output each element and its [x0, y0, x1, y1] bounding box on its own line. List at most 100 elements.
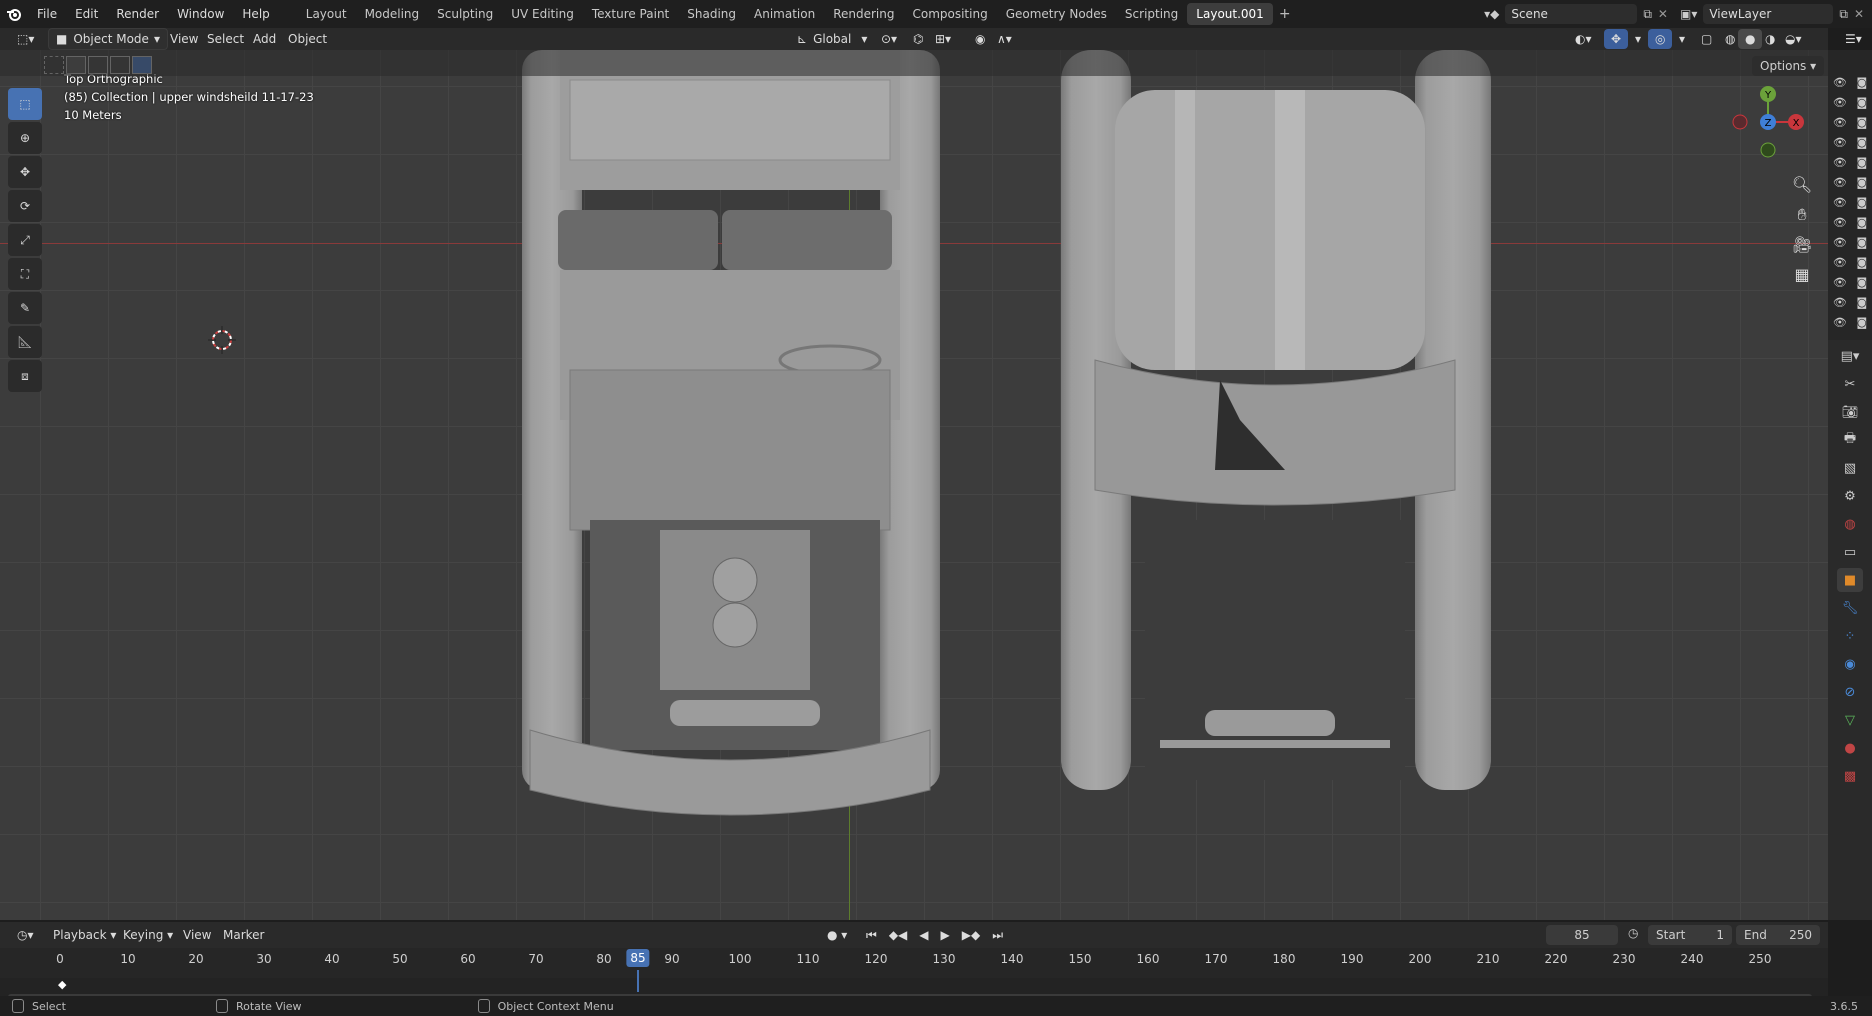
keyframe-icon[interactable]: ◆ — [58, 978, 66, 991]
tab-compositing[interactable]: Compositing — [903, 3, 996, 25]
tab-texture-paint[interactable]: Texture Paint — [583, 3, 678, 25]
editor-type-icon[interactable]: ⬚▾ — [10, 29, 41, 49]
menu-select[interactable]: Select — [200, 29, 251, 49]
menu-window[interactable]: Window — [168, 0, 233, 28]
select-box-tool-icon[interactable]: ⬚ — [8, 88, 42, 120]
camera-icon[interactable]: ◙ — [1856, 76, 1867, 89]
eye-icon[interactable]: 👁︎ — [1833, 216, 1847, 229]
tab-shading[interactable]: Shading — [678, 3, 745, 25]
tab-layout-001[interactable]: Layout.001 — [1187, 3, 1273, 25]
mode-dropdown[interactable]: ■ Object Mode ▾ — [48, 28, 168, 50]
tab-modeling[interactable]: Modeling — [356, 3, 429, 25]
camera-icon[interactable]: ◙ — [1856, 316, 1867, 329]
gizmo-toggle-icon[interactable]: ✥ — [1604, 29, 1629, 49]
jump-end-icon[interactable]: ⏭ — [992, 928, 1003, 943]
new-scene-icon[interactable]: ⧉ — [1643, 7, 1652, 22]
new-view-layer-icon[interactable]: ⧉ — [1839, 7, 1848, 22]
overlays-dropdown-icon[interactable]: ▾ — [1672, 29, 1692, 49]
view-layer-properties-icon[interactable]: ▧ — [1837, 456, 1863, 480]
cursor-tool-icon[interactable]: ⊕ — [8, 122, 42, 154]
outliner-row[interactable]: 👁︎ ◙ — [1828, 132, 1872, 152]
camera-icon[interactable]: ◙ — [1856, 196, 1867, 209]
menu-object[interactable]: Object — [281, 29, 334, 49]
physics-properties-icon[interactable]: ◉ — [1837, 652, 1863, 676]
measure-tool-icon[interactable]: 📐︎ — [8, 326, 42, 358]
navigation-gizmo[interactable]: Y X Z — [1728, 82, 1808, 162]
transform-tool-icon[interactable]: ⛶ — [8, 258, 42, 290]
menu-keying[interactable]: Keying ▾ — [116, 925, 180, 945]
camera-view-icon[interactable]: 🎥︎ — [1790, 230, 1814, 260]
current-frame-field[interactable]: 85 — [1546, 925, 1618, 945]
outliner-row[interactable]: 👁︎ ◙ — [1828, 112, 1872, 132]
view-layer-selector[interactable]: ViewLayer — [1703, 4, 1834, 24]
particles-properties-icon[interactable]: ⁘ — [1837, 624, 1863, 648]
eye-icon[interactable]: 👁︎ — [1833, 196, 1847, 209]
rotate-tool-icon[interactable]: ⟳ — [8, 190, 42, 222]
visibility-icon[interactable]: ◐▾ — [1568, 29, 1599, 49]
play-icon[interactable]: ▶ — [941, 928, 950, 943]
xray-toggle-icon[interactable]: ▢ — [1694, 29, 1719, 49]
outliner-row[interactable]: 👁︎ ◙ — [1828, 172, 1872, 192]
tab-sculpting[interactable]: Sculpting — [428, 3, 502, 25]
menu-file[interactable]: File — [28, 0, 66, 28]
current-frame-marker[interactable]: 85 — [626, 949, 650, 967]
delete-view-layer-icon[interactable]: ✕ — [1854, 7, 1864, 21]
camera-icon[interactable]: ◙ — [1856, 136, 1867, 149]
texture-properties-icon[interactable]: ▩ — [1837, 764, 1863, 788]
camera-icon[interactable]: ◙ — [1856, 276, 1867, 289]
scene-properties-icon[interactable]: ⚙ — [1837, 484, 1863, 508]
playhead-line[interactable] — [637, 970, 639, 992]
camera-icon[interactable]: ◙ — [1856, 236, 1867, 249]
view-layer-icon[interactable]: ▣▾ — [1680, 7, 1697, 21]
camera-icon[interactable]: ◙ — [1856, 256, 1867, 269]
constraints-properties-icon[interactable]: ⊘ — [1837, 680, 1863, 704]
pivot-point-icon[interactable]: ⊙▾ — [874, 29, 904, 49]
clock-icon[interactable]: ◷ — [1628, 926, 1638, 940]
object-properties-icon[interactable]: ■ — [1837, 568, 1863, 592]
menu-add[interactable]: Add — [246, 29, 283, 49]
eye-icon[interactable]: 👁︎ — [1833, 176, 1847, 189]
blender-logo-icon[interactable] — [0, 0, 28, 28]
prev-keyframe-icon[interactable]: ◆◀ — [889, 928, 907, 943]
start-frame-field[interactable]: Start 1 — [1648, 925, 1732, 945]
camera-icon[interactable]: ◙ — [1856, 176, 1867, 189]
menu-render[interactable]: Render — [107, 0, 168, 28]
menu-marker[interactable]: Marker — [216, 925, 271, 945]
eye-icon[interactable]: 👁︎ — [1833, 316, 1847, 329]
camera-icon[interactable]: ◙ — [1856, 216, 1867, 229]
menu-playback[interactable]: Playback ▾ — [46, 925, 123, 945]
tab-scripting[interactable]: Scripting — [1116, 3, 1187, 25]
outliner-row[interactable]: 👁︎ ◙ — [1828, 212, 1872, 232]
outliner-editor-type-icon[interactable]: ☰▾ — [1838, 29, 1869, 49]
tab-layout[interactable]: Layout — [297, 3, 356, 25]
next-keyframe-icon[interactable]: ▶◆ — [962, 928, 980, 943]
tab-geometry-nodes[interactable]: Geometry Nodes — [997, 3, 1116, 25]
transform-orientation-dropdown[interactable]: ⊾ Global ▾ — [790, 29, 874, 49]
outliner-row[interactable]: 👁︎ ◙ — [1828, 72, 1872, 92]
eye-icon[interactable]: 👁︎ — [1833, 76, 1847, 89]
world-properties-icon[interactable]: ◍ — [1837, 512, 1863, 536]
outliner-row[interactable]: 👁︎ ◙ — [1828, 272, 1872, 292]
outliner-row[interactable]: 👁︎ ◙ — [1828, 92, 1872, 112]
eye-icon[interactable]: 👁︎ — [1833, 156, 1847, 169]
tab-animation[interactable]: Animation — [745, 3, 824, 25]
move-tool-icon[interactable]: ✥ — [8, 156, 42, 188]
eye-icon[interactable]: 👁︎ — [1833, 256, 1847, 269]
tab-rendering[interactable]: Rendering — [824, 3, 903, 25]
camera-icon[interactable]: ◙ — [1856, 116, 1867, 129]
tab-uv-editing[interactable]: UV Editing — [502, 3, 583, 25]
properties-editor-type-icon[interactable]: ▤▾ — [1837, 344, 1863, 368]
scene-icon[interactable]: ▾◆ — [1484, 7, 1499, 21]
scale-tool-icon[interactable]: ⤢ — [8, 224, 42, 256]
car-model-left[interactable] — [510, 50, 960, 830]
3d-viewport[interactable]: Top Orthographic (85) Collection | upper… — [0, 50, 1828, 920]
outliner-row[interactable]: 👁︎ ◙ — [1828, 232, 1872, 252]
modifier-properties-icon[interactable]: 🔧︎ — [1837, 596, 1863, 620]
outliner-row[interactable]: 👁︎ ◙ — [1828, 152, 1872, 172]
end-frame-field[interactable]: End 250 — [1736, 925, 1820, 945]
timeline-editor-type-icon[interactable]: ◷▾ — [10, 925, 41, 945]
ortho-toggle-icon[interactable]: ▦ — [1790, 260, 1814, 290]
add-cube-tool-icon[interactable]: ⧈ — [8, 360, 42, 392]
outliner-row[interactable]: 👁︎ ◙ — [1828, 252, 1872, 272]
menu-edit[interactable]: Edit — [66, 0, 107, 28]
